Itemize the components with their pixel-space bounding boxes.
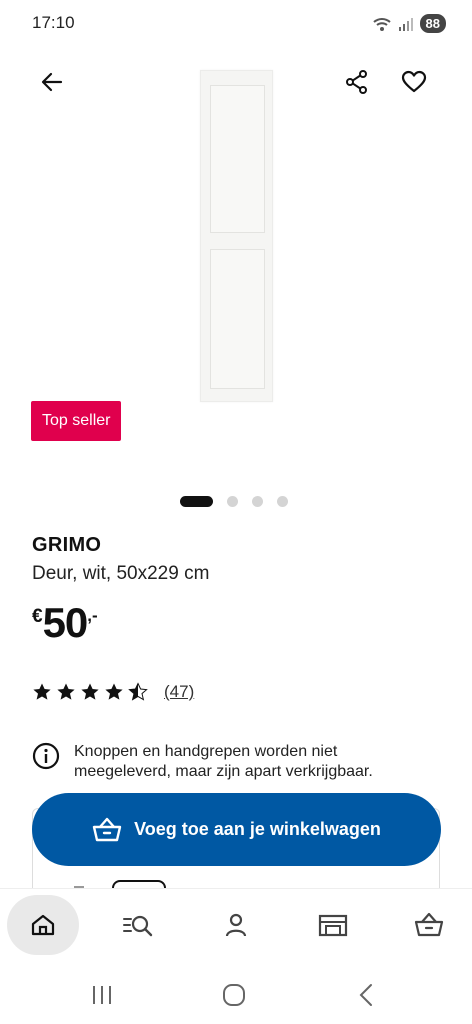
share-button[interactable] bbox=[335, 60, 379, 104]
price-amount: 50 bbox=[42, 599, 89, 646]
wifi-icon bbox=[372, 17, 391, 31]
star-full-icon bbox=[105, 683, 123, 700]
favorite-button[interactable] bbox=[392, 60, 436, 104]
signal-icon bbox=[398, 17, 413, 31]
star-full-icon bbox=[81, 683, 99, 700]
star-full-icon bbox=[57, 683, 75, 700]
heart-icon bbox=[401, 70, 427, 93]
review-count-link[interactable]: (47) bbox=[164, 682, 194, 702]
home-icon bbox=[31, 914, 55, 936]
add-to-cart-label: Voeg toe aan je winkelwagen bbox=[134, 819, 381, 839]
store-icon bbox=[318, 914, 348, 937]
product-name: GRIMO bbox=[32, 534, 102, 556]
status-icons: 88 bbox=[372, 14, 446, 33]
share-icon bbox=[346, 70, 367, 94]
notice-text: Knoppen en handgrepen worden niet meegel… bbox=[74, 743, 373, 780]
price-currency: € bbox=[32, 606, 43, 627]
nav-profile[interactable] bbox=[200, 895, 272, 955]
star-full-icon bbox=[33, 683, 51, 700]
product-rating[interactable]: (47) bbox=[32, 682, 194, 702]
carousel-dot[interactable] bbox=[227, 496, 238, 507]
battery-badge: 88 bbox=[419, 14, 446, 33]
product-image[interactable] bbox=[200, 70, 273, 402]
nav-store[interactable] bbox=[297, 895, 369, 955]
nav-search[interactable] bbox=[102, 895, 174, 955]
basket-icon bbox=[92, 817, 122, 841]
price-cents: ,- bbox=[87, 606, 98, 625]
search-list-icon bbox=[123, 915, 153, 937]
star-half-icon bbox=[128, 682, 148, 701]
carousel-indicator[interactable] bbox=[180, 496, 288, 507]
nav-home[interactable] bbox=[7, 895, 79, 955]
add-to-cart-button[interactable]: Voeg toe aan je winkelwagen bbox=[32, 793, 441, 866]
top-seller-badge: Top seller bbox=[31, 401, 122, 441]
system-back-button[interactable] bbox=[346, 980, 386, 1010]
nav-basket[interactable] bbox=[393, 895, 465, 955]
door-panel-top bbox=[210, 85, 265, 233]
carousel-dot[interactable] bbox=[252, 496, 263, 507]
status-time: 17:10 bbox=[32, 13, 75, 32]
info-icon bbox=[32, 742, 60, 770]
product-notice: Knoppen en handgrepen worden niet meegel… bbox=[32, 742, 432, 782]
profile-icon bbox=[225, 913, 247, 937]
back-button[interactable] bbox=[30, 60, 74, 104]
system-navigation bbox=[0, 962, 472, 1024]
recents-button[interactable] bbox=[82, 980, 122, 1010]
bottom-navigation bbox=[0, 888, 472, 960]
product-description: Deur, wit, 50x229 cm bbox=[32, 563, 210, 584]
status-bar: 17:10 88 bbox=[0, 0, 472, 48]
product-price: € 50 ,- bbox=[32, 600, 98, 646]
back-chevron-icon bbox=[359, 984, 372, 1006]
basket-icon bbox=[414, 912, 444, 937]
home-circle-icon bbox=[223, 984, 245, 1006]
carousel-dot-active[interactable] bbox=[180, 496, 213, 507]
recents-icon bbox=[93, 986, 111, 1004]
arrow-left-icon bbox=[41, 72, 63, 92]
system-home-button[interactable] bbox=[214, 980, 254, 1010]
door-panel-bottom bbox=[210, 249, 265, 389]
carousel-dot[interactable] bbox=[277, 496, 288, 507]
